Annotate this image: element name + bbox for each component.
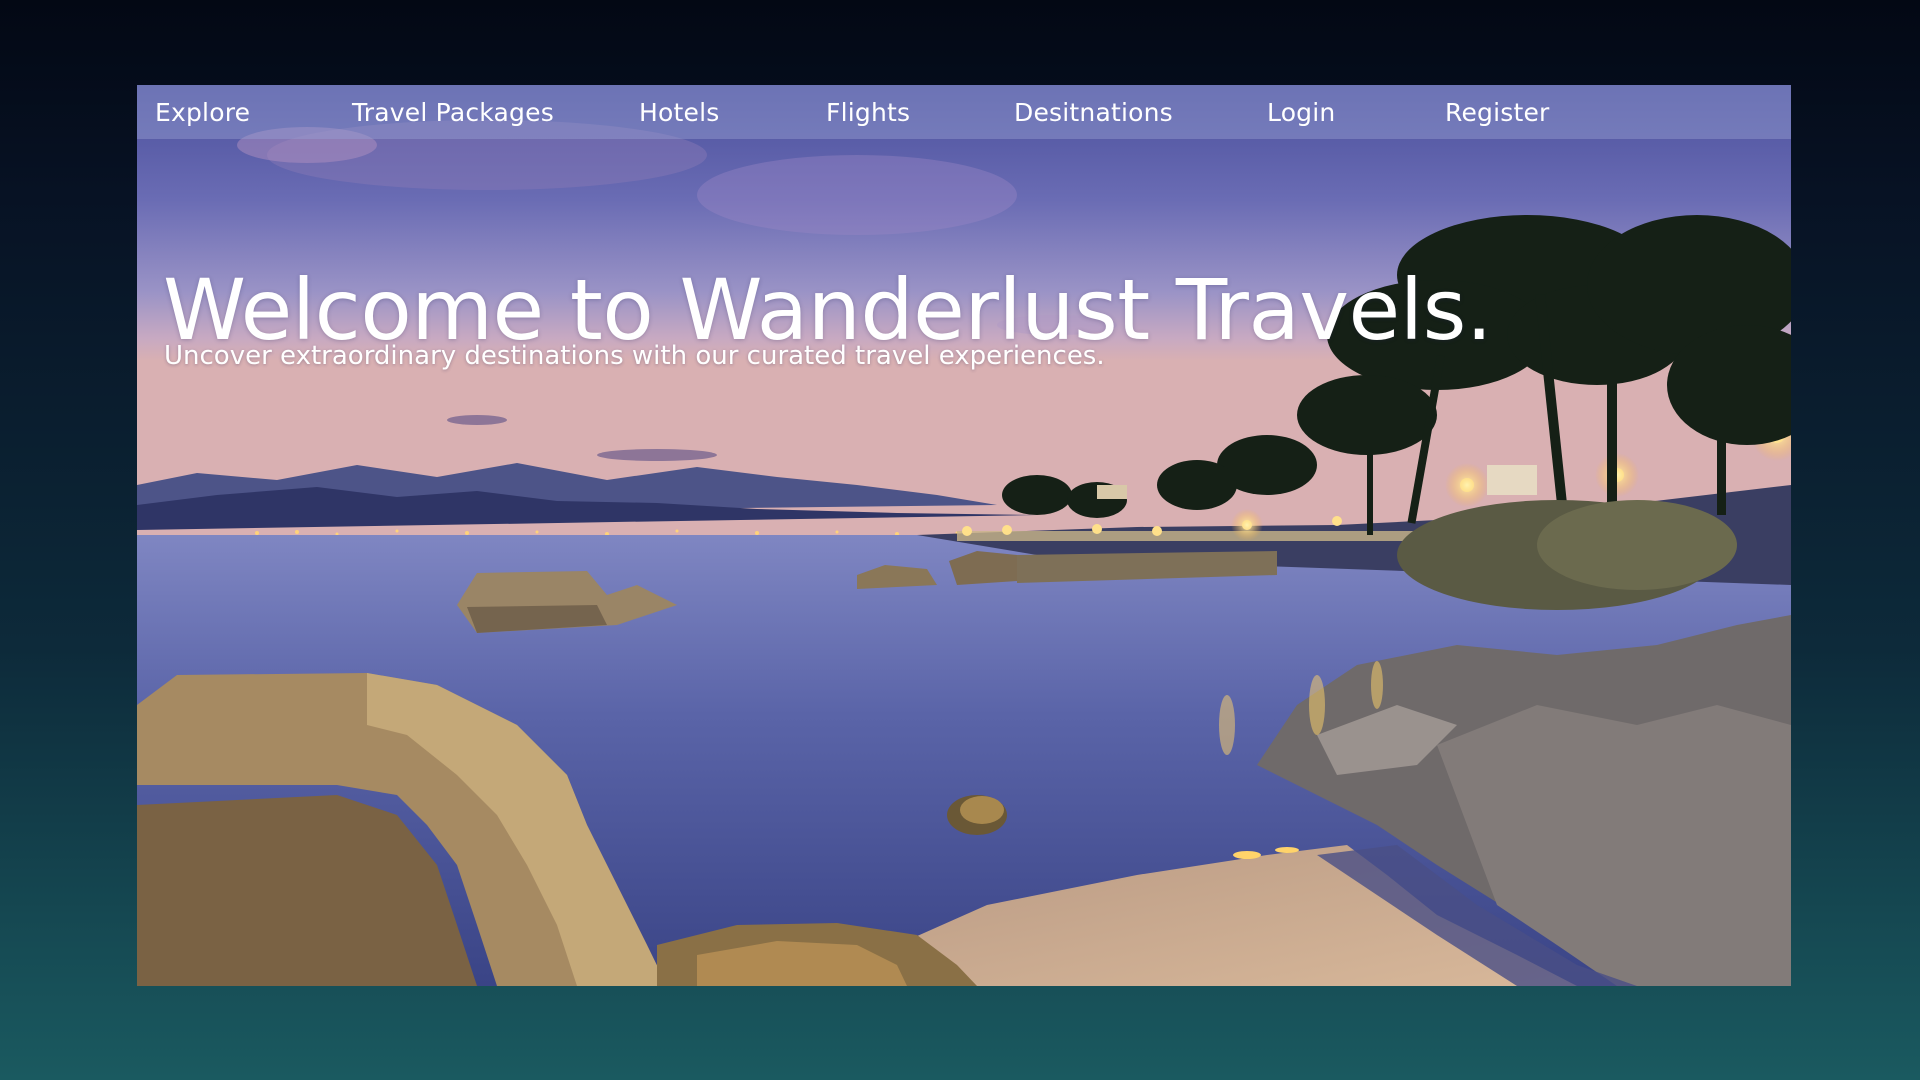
- top-navigation-bar: Explore Travel Packages Hotels Flights D…: [137, 85, 1791, 139]
- nav-explore-link[interactable]: Explore: [155, 85, 250, 139]
- nav-register-link[interactable]: Register: [1445, 85, 1550, 139]
- hero-subtitle: Uncover extraordinary destinations with …: [164, 341, 1105, 371]
- nav-destinations-link[interactable]: Desitnations: [1014, 85, 1173, 139]
- nav-flights-link[interactable]: Flights: [826, 85, 910, 139]
- nav-travel-packages-link[interactable]: Travel Packages: [352, 85, 554, 139]
- nav-hotels-link[interactable]: Hotels: [639, 85, 719, 139]
- nav-login-link[interactable]: Login: [1267, 85, 1335, 139]
- hero-background-image: [137, 85, 1791, 986]
- browser-viewport: Explore Travel Packages Hotels Flights D…: [137, 85, 1791, 986]
